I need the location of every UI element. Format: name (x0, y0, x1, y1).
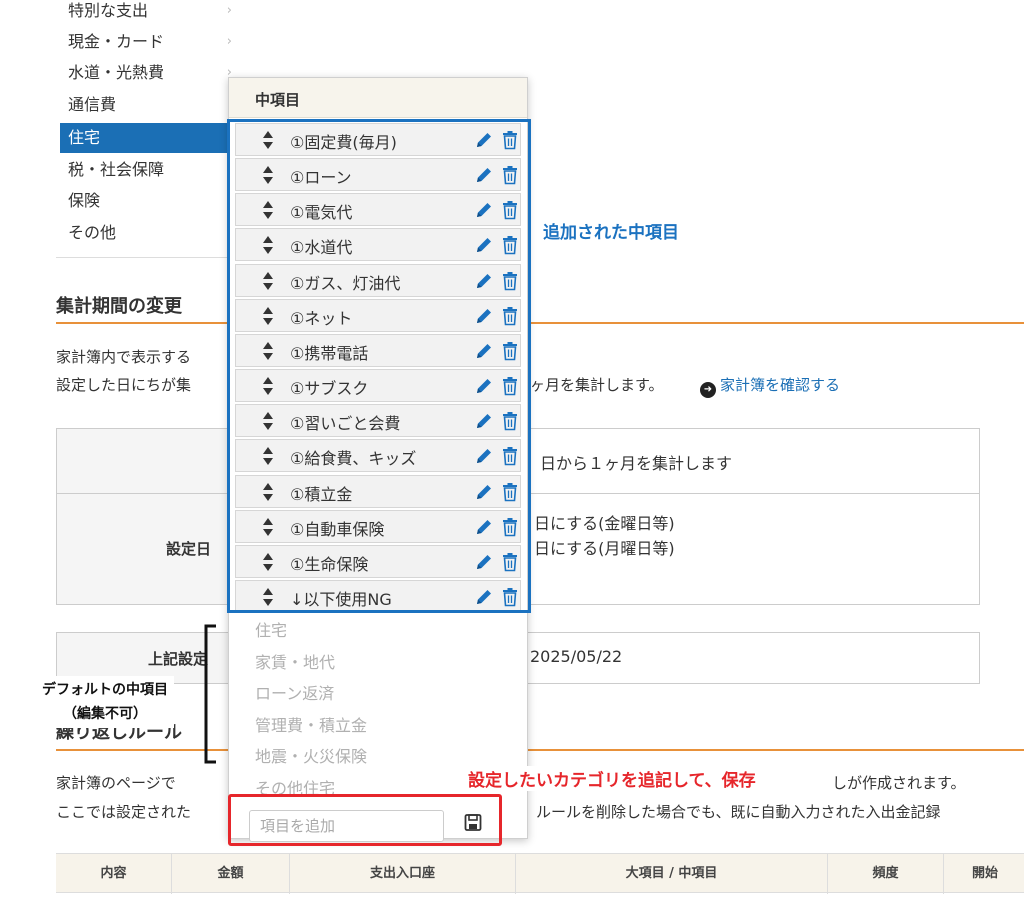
period-row3-value: 2025/05/22 (530, 647, 623, 666)
category-item-label: 税・社会保障 (68, 160, 165, 179)
default-subcategory-item: 住宅 (255, 621, 288, 640)
rules-table-header: 内容 金額 支出入口座 大項目 / 中項目 頻度 開始 (56, 853, 1024, 894)
column-header-category: 大項目 / 中項目 (516, 854, 828, 894)
default-items-annotation: デフォルトの中項目 （編集不可） (36, 676, 174, 728)
section-divider (56, 322, 1024, 324)
category-item-communication[interactable]: 通信費 (60, 90, 240, 120)
dropdown-title: 中項目 (255, 91, 301, 109)
category-item-cash-card[interactable]: 現金・カード › (60, 27, 240, 57)
category-item-tax[interactable]: 税・社会保障 (60, 155, 240, 185)
category-menu: 特別な支出 › 現金・カード › 水道・光熱費 › 通信費 住宅 税・社会保障 … (56, 0, 242, 258)
category-item-label: その他 (68, 223, 117, 242)
category-item-label: 保険 (68, 191, 101, 210)
chevron-right-icon: › (226, 34, 232, 49)
default-subcategory-item: ローン返済 (255, 684, 335, 703)
category-item-label: 住宅 (68, 128, 101, 147)
period-desc-line2-right: ヶ月を集計します。 (530, 376, 664, 394)
period-row2-label: 設定日 (166, 540, 212, 558)
check-ledger-link[interactable]: ➜ 家計簿を確認する (700, 374, 840, 398)
repeat-desc-line2-right: ルールを削除した場合でも、既に自動入力された入出金記録 (536, 803, 941, 821)
category-item-insurance[interactable]: 保険 (60, 186, 240, 216)
repeat-desc-line2-left: ここでは設定された (56, 803, 192, 821)
arrow-right-circle-icon: ➜ (700, 382, 716, 398)
column-header-start: 開始 (971, 866, 998, 881)
default-subcategory-item: 地震・火災保険 (255, 747, 368, 766)
default-items-bracket (204, 624, 216, 764)
repeat-desc-line1-right: しが作成されます。 (832, 774, 966, 792)
column-header-account: 支出入口座 (290, 854, 516, 894)
dropdown-header: 中項目 (229, 78, 527, 118)
repeat-desc-line1-left: 家計簿のページで (56, 774, 176, 792)
category-item-label: 通信費 (68, 95, 117, 114)
default-items-annotation-line2: （編集不可） (63, 706, 147, 722)
period-row2-option1[interactable]: 日にする(金曜日等) (534, 510, 675, 534)
category-item-utilities[interactable]: 水道・光熱費 › (60, 58, 240, 88)
period-desc-line1: 家計簿内で表示する (56, 348, 192, 366)
period-row2-option2[interactable]: 日にする(月曜日等) (534, 535, 675, 559)
category-item-other[interactable]: その他 (60, 218, 240, 248)
default-subcategory-item: 家賃・地代 (255, 652, 336, 672)
category-item-label: 水道・光熱費 (68, 63, 165, 82)
period-section-title: 集計期間の変更 (56, 296, 182, 317)
chevron-right-icon: › (226, 3, 232, 18)
table-label-column (57, 429, 243, 604)
period-row1-value: 日から１ヶ月を集計します (540, 454, 733, 473)
column-header-content: 内容 (56, 854, 172, 894)
check-ledger-link-label: 家計簿を確認する (720, 376, 841, 394)
add-item-highlight-frame (228, 794, 502, 846)
category-item-label: 特別な支出 (68, 1, 149, 20)
category-item-label: 現金・カード (68, 32, 165, 51)
category-item-housing[interactable]: 住宅 (60, 123, 240, 153)
period-desc-line2-left: 設定した日にちが集 (56, 376, 192, 394)
column-header-amount: 金額 (172, 854, 290, 894)
category-item-special[interactable]: 特別な支出 › (60, 0, 240, 26)
period-row3-label: 上記設定 (148, 650, 209, 668)
column-header-frequency: 頻度 (828, 854, 944, 894)
add-item-annotation: 設定したいカテゴリを追記して、保存 (466, 766, 758, 791)
custom-items-highlight-frame (227, 119, 531, 613)
default-subcategory-item: 管理費・積立金 (255, 715, 368, 735)
custom-items-annotation: 追加された中項目 (540, 217, 682, 244)
default-items-annotation-line1: デフォルトの中項目 (42, 682, 168, 698)
